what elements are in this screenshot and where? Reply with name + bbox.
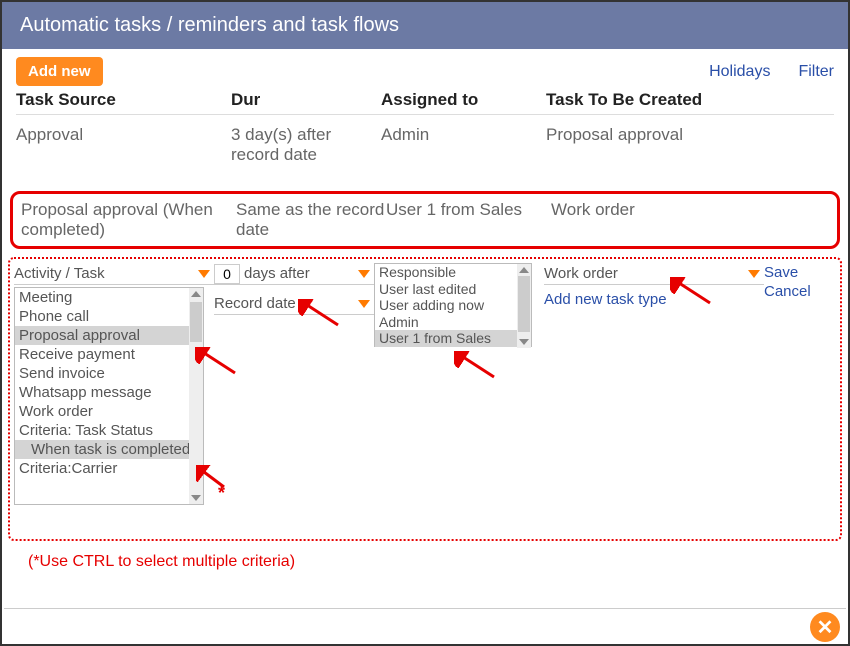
add-task-type-link[interactable]: Add new task type <box>544 291 667 308</box>
scroll-thumb[interactable] <box>518 276 530 332</box>
task-type-field[interactable]: Work order <box>544 263 764 285</box>
col-assigned: Assigned to <box>381 90 546 110</box>
task-table: Task Source Dur Assigned to Task To Be C… <box>2 90 848 249</box>
task-type-value: Work order <box>544 265 618 282</box>
list-item[interactable]: Phone call <box>15 307 203 326</box>
cell-dur: Same as the record date <box>236 200 386 240</box>
days-word: days <box>244 265 276 282</box>
col-dur: Dur <box>231 90 381 110</box>
list-item[interactable]: Criteria:Carrier <box>15 459 203 478</box>
record-date-label: Record date <box>214 295 296 312</box>
list-item[interactable]: User last edited <box>375 281 531 298</box>
toolbar: Add new Holidays Filter <box>2 49 848 90</box>
table-header: Task Source Dur Assigned to Task To Be C… <box>16 90 834 115</box>
cell-source: Approval <box>16 125 231 145</box>
filter-link[interactable]: Filter <box>798 63 834 81</box>
chevron-down-icon[interactable] <box>358 300 370 308</box>
cell-assigned: User 1 from Sales <box>386 200 551 220</box>
bottom-bar: ✕ <box>4 608 846 642</box>
table-row[interactable]: Approval 3 day(s) after record date Admi… <box>16 115 834 191</box>
list-item[interactable]: Meeting <box>15 288 203 307</box>
list-item[interactable]: Admin <box>375 314 531 331</box>
scrollbar[interactable] <box>517 264 531 348</box>
cell-created: Work order <box>551 200 829 220</box>
chevron-down-icon[interactable] <box>358 270 370 278</box>
holidays-link[interactable]: Holidays <box>709 63 770 81</box>
list-item[interactable]: User 1 from Sales <box>375 330 531 347</box>
chevron-down-icon[interactable] <box>748 270 760 278</box>
editor-actions: Save Cancel <box>764 263 836 505</box>
record-date-field[interactable]: Record date <box>214 293 374 315</box>
list-item[interactable]: Criteria: Task Status <box>15 421 203 440</box>
list-item[interactable]: Responsible <box>375 264 531 281</box>
list-item[interactable]: Receive payment <box>15 345 203 364</box>
scrollbar[interactable] <box>189 288 203 504</box>
list-item[interactable]: Whatsapp message <box>15 383 203 402</box>
ctrl-hint: (*Use CTRL to select multiple criteria) <box>2 545 848 577</box>
close-icon: ✕ <box>817 615 834 640</box>
list-item[interactable]: User adding now <box>375 297 531 314</box>
chevron-down-icon[interactable] <box>198 270 210 278</box>
list-item[interactable]: Work order <box>15 402 203 421</box>
close-button[interactable]: ✕ <box>810 612 840 642</box>
list-item[interactable]: Send invoice <box>15 364 203 383</box>
days-after-field[interactable]: days after <box>214 263 374 285</box>
list-item[interactable]: When task is completed <box>15 440 203 459</box>
activity-task-field[interactable]: Activity / Task <box>14 263 214 285</box>
cell-source: Proposal approval (When completed) <box>21 200 236 240</box>
save-link[interactable]: Save <box>764 263 836 282</box>
assignee-listbox[interactable]: ResponsibleUser last editedUser adding n… <box>374 263 532 347</box>
cell-dur: 3 day(s) after record date <box>231 125 381 165</box>
col-task-created: Task To Be Created <box>546 90 834 110</box>
col-task-source: Task Source <box>16 90 231 110</box>
asterisk-marker: * <box>218 483 225 504</box>
activity-task-label: Activity / Task <box>14 265 105 282</box>
scroll-thumb[interactable] <box>190 302 202 342</box>
cell-created: Proposal approval <box>546 125 834 145</box>
table-row-selected[interactable]: Proposal approval (When completed) Same … <box>10 191 840 249</box>
cancel-link[interactable]: Cancel <box>764 282 836 301</box>
row-editor: Activity / Task MeetingPhone callProposa… <box>8 257 842 541</box>
page-title: Automatic tasks / reminders and task flo… <box>2 2 848 49</box>
list-item[interactable]: Proposal approval <box>15 326 203 345</box>
activity-listbox[interactable]: MeetingPhone callProposal approvalReceiv… <box>14 287 204 505</box>
title-text: Automatic tasks / reminders and task flo… <box>20 14 399 36</box>
add-new-button[interactable]: Add new <box>16 57 103 86</box>
days-input[interactable] <box>214 264 240 284</box>
after-word: after <box>280 265 310 282</box>
cell-assigned: Admin <box>381 125 546 145</box>
